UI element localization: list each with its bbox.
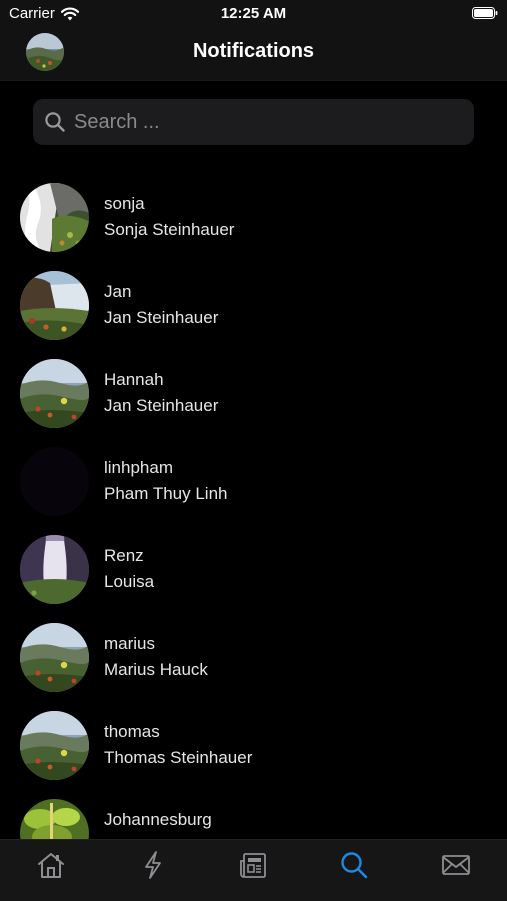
username: marius: [104, 634, 156, 653]
waterfall-photo-icon: [20, 183, 89, 252]
username: Hannah: [104, 370, 164, 389]
meadow-photo-icon: [20, 359, 89, 428]
list-item-user-jan[interactable]: Jan Jan Steinhauer: [0, 271, 507, 359]
username: Jan: [104, 282, 132, 301]
username: linhpham: [104, 458, 173, 477]
list-item-user-renz[interactable]: Renz Louisa: [0, 535, 507, 623]
list-item-user-marius[interactable]: marius Marius Hauck: [0, 623, 507, 711]
tab-messages[interactable]: [436, 848, 476, 882]
full-name: Sonja Steinhauer: [104, 220, 235, 239]
tab-news[interactable]: [233, 848, 273, 882]
search-icon: [341, 852, 368, 879]
tab-search[interactable]: [334, 848, 374, 882]
search-bar[interactable]: [33, 99, 474, 145]
full-name: Marius Hauck: [104, 660, 208, 679]
username: sonja: [104, 194, 145, 213]
full-name: Jan Steinhauer: [104, 308, 219, 327]
mail-icon: [442, 855, 470, 875]
waterfall-photo-icon: [20, 535, 89, 604]
avatar: [20, 711, 89, 780]
username: thomas: [104, 722, 160, 741]
list-item-user-hannah[interactable]: Hannah Jan Steinhauer: [0, 359, 507, 447]
full-name: Thomas Steinhauer: [104, 748, 253, 767]
full-name: Jan Steinhauer: [104, 396, 219, 415]
waterfall-cliff-photo-icon: [20, 271, 89, 340]
battery-icon: [472, 7, 498, 19]
avatar: [20, 271, 89, 340]
avatar: [20, 535, 89, 604]
meadow-photo-icon: [20, 623, 89, 692]
tab-home[interactable]: [31, 848, 71, 882]
tab-bar: [0, 839, 507, 901]
avatar: [20, 183, 89, 252]
avatar-placeholder: [20, 447, 89, 516]
activity-icon: [145, 851, 161, 879]
news-icon: [240, 853, 266, 878]
status-bar: Carrier 12:25 AM: [0, 0, 507, 28]
search-input[interactable]: [72, 109, 456, 135]
status-time: 12:25 AM: [220, 5, 287, 22]
avatar: [20, 359, 89, 428]
search-icon: [45, 112, 65, 132]
avatar: [20, 623, 89, 692]
username: Renz: [104, 546, 144, 565]
full-name: Pham Thuy Linh: [104, 484, 228, 503]
list-item-user-sonja[interactable]: sonja Sonja Steinhauer: [0, 183, 507, 271]
top-bar: Carrier 12:25 AM Notifications: [0, 0, 507, 81]
meadow-photo-icon: [20, 711, 89, 780]
username: Johannesburg: [104, 810, 212, 829]
full-name: Louisa: [104, 572, 155, 591]
list-item-user-linhpham[interactable]: linhpham Pham Thuy Linh: [0, 447, 507, 535]
page-title: Notifications: [192, 40, 315, 62]
list-item-user-thomas[interactable]: thomas Thomas Steinhauer: [0, 711, 507, 799]
home-icon: [38, 853, 64, 878]
tab-activity[interactable]: [133, 848, 173, 882]
